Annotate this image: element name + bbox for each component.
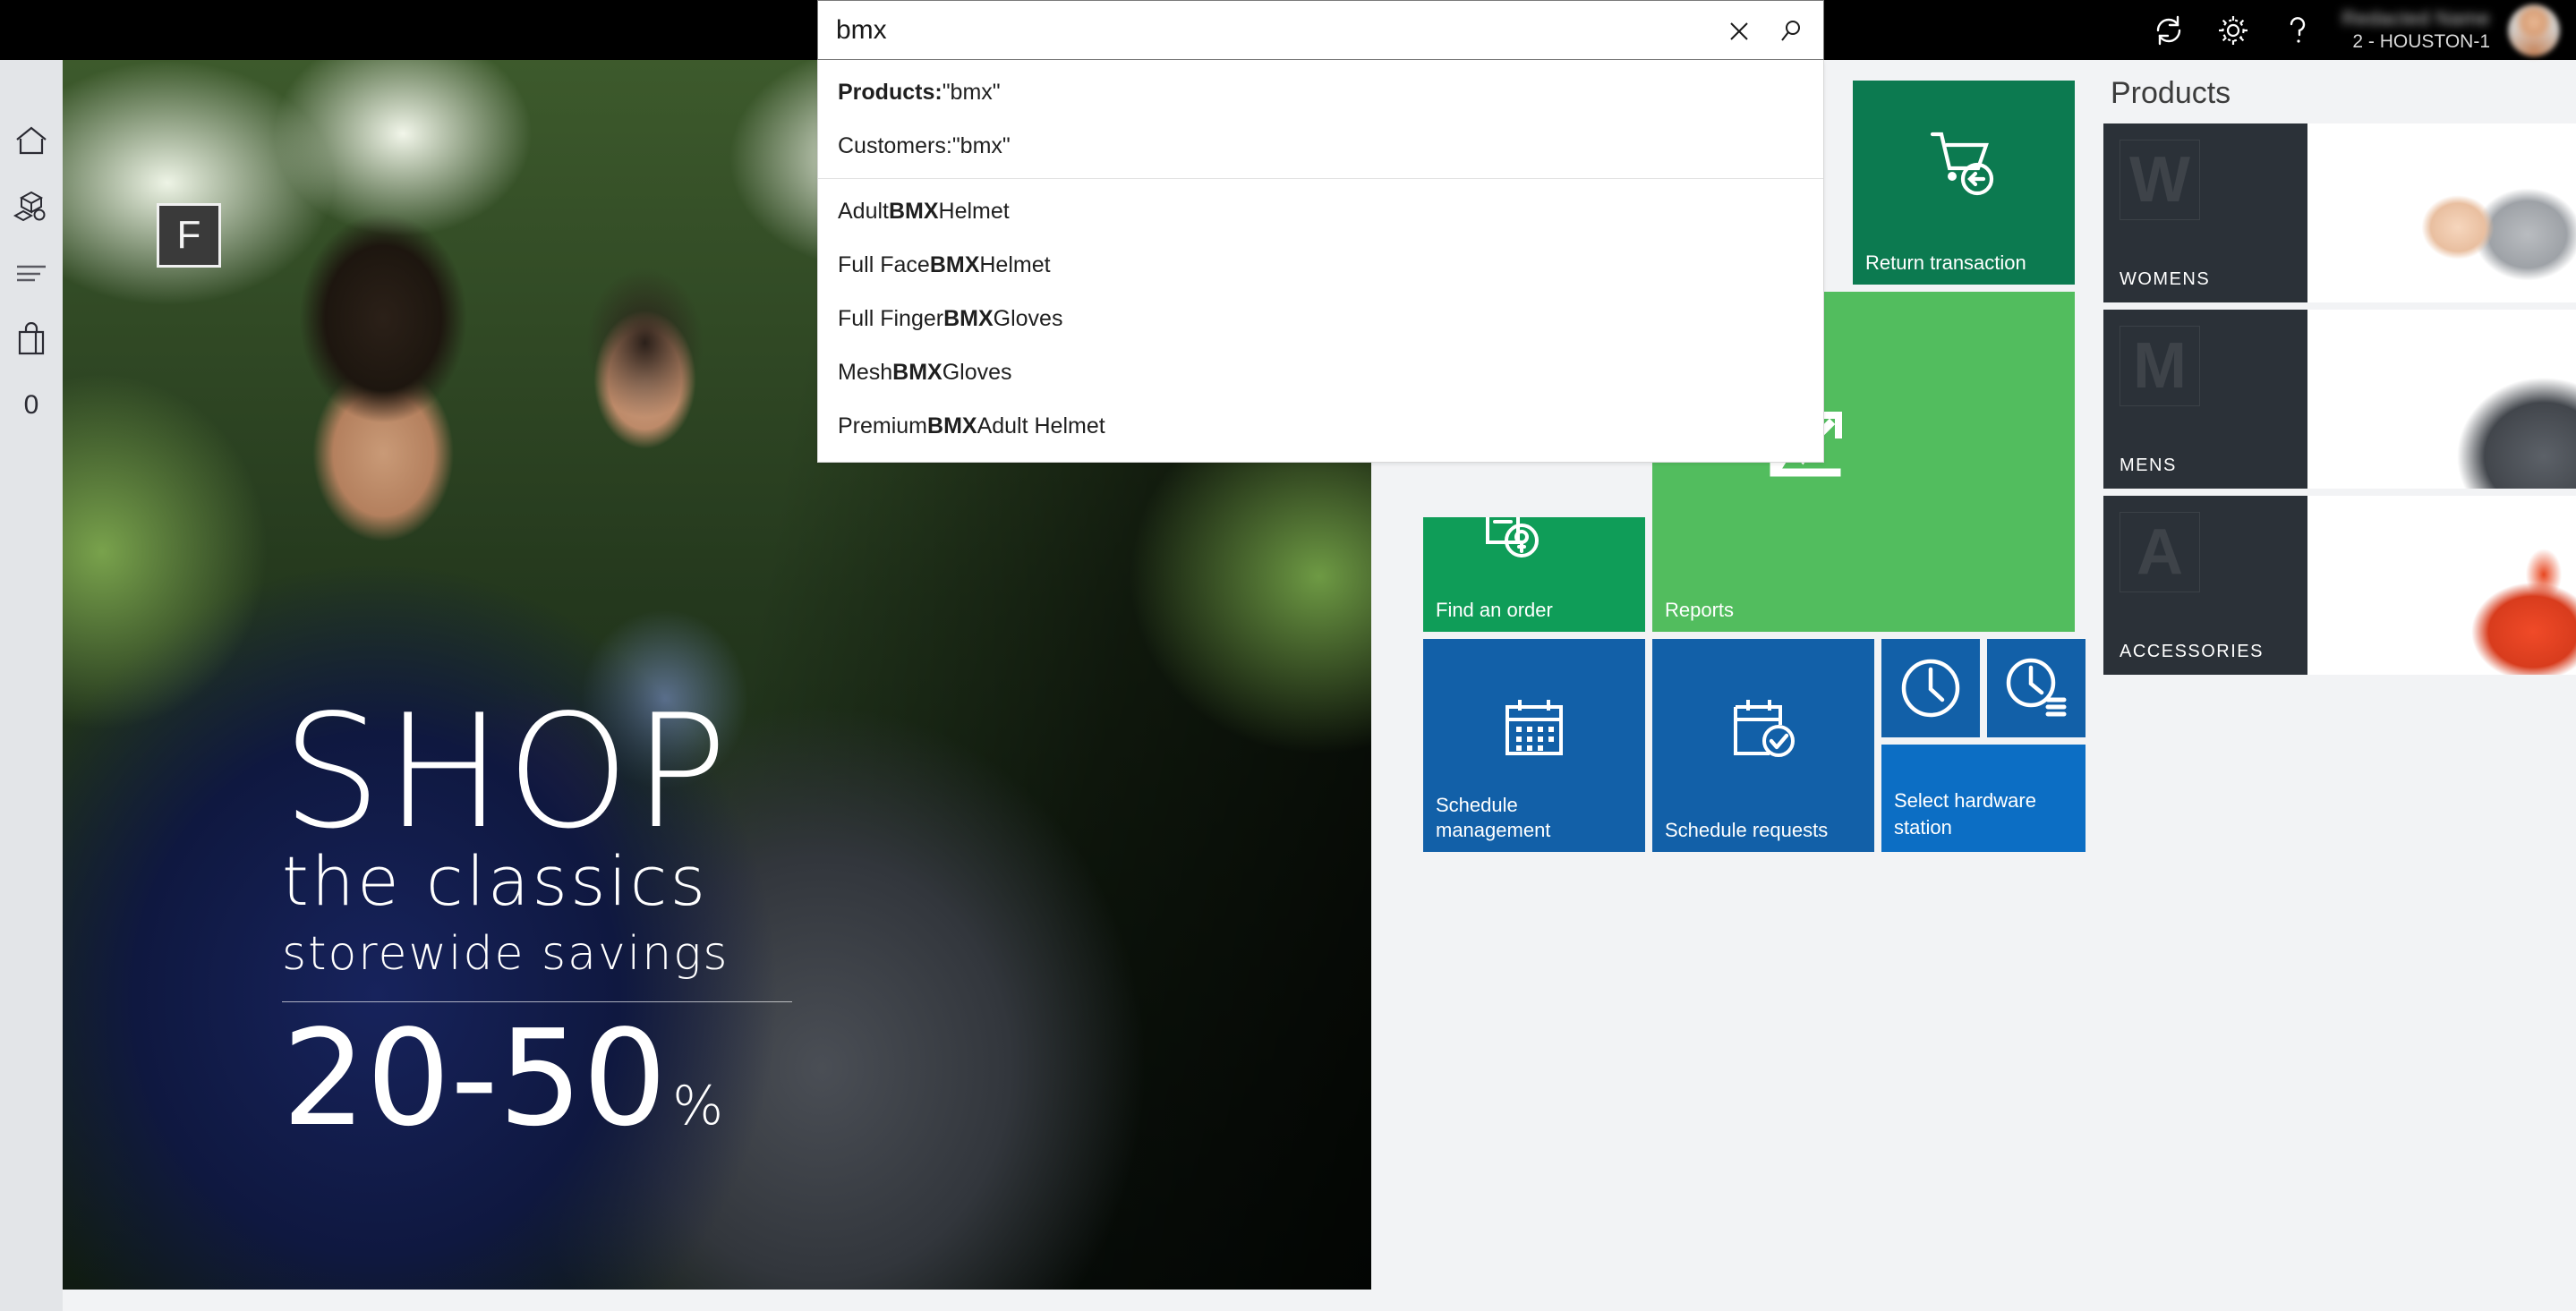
tile-time-clock[interactable] (1881, 639, 1980, 737)
product-category-card[interactable]: W WOMENS (2103, 123, 2576, 302)
suggestion-product[interactable]: Adult BMX Helmet (818, 184, 1823, 238)
refresh-icon[interactable] (2137, 0, 2201, 60)
products-panel-title: Products (2111, 76, 2231, 110)
clock-icon (1896, 653, 1966, 723)
category-tile: M MENS (2103, 310, 2307, 489)
avatar[interactable] (2508, 4, 2560, 56)
suggestion-product[interactable]: Premium BMX Adult Helmet (818, 399, 1823, 453)
top-bar-actions: Redacted Name 2 - HOUSTON-1 (2137, 0, 2576, 60)
products-panel: Products W WOMENS M MENS A ACCESSORIES (2103, 60, 2576, 1290)
suggestion-match: BMX (927, 413, 977, 438)
hero-headline: SHOP (282, 682, 731, 864)
left-navigation-rail: 0 (0, 0, 63, 1311)
category-initial: A (2120, 512, 2200, 592)
tile-label: Reports (1665, 599, 1735, 621)
calendar-check-icon (1728, 694, 1798, 762)
suggestion-post: Adult Helmet (977, 413, 1105, 438)
cart-bag-icon[interactable] (0, 306, 63, 372)
suggestion-product[interactable]: Full Face BMX Helmet (818, 238, 1823, 292)
category-photo (2307, 310, 2576, 489)
suggestion-pre: Full Face (838, 251, 930, 277)
product-category-card[interactable]: M MENS (2103, 310, 2576, 489)
suggestion-match: BMX (892, 359, 943, 385)
search-suggestions-list: Products: "bmx" Customers: "bmx" Adult B… (817, 60, 1824, 463)
category-initial: W (2120, 140, 2200, 220)
suggestion-post: Gloves (942, 359, 1012, 385)
close-icon[interactable] (1721, 13, 1757, 49)
suggestion-match: BMX (888, 198, 939, 224)
global-search: Products: "bmx" Customers: "bmx" Adult B… (817, 0, 1824, 463)
category-photo (2307, 123, 2576, 302)
pos-home-screen: 0 F SHOP the classics storewide savings … (0, 0, 2576, 1311)
return-cart-icon (1925, 127, 2002, 197)
suggestion-match: BMX (943, 305, 994, 331)
suggestion-scope-customers[interactable]: Customers: "bmx" (818, 119, 1823, 173)
suggestion-pre: Adult (838, 198, 889, 224)
suggestion-prefix: Products: (838, 79, 943, 105)
category-name: ACCESSORIES (2120, 642, 2264, 661)
search-icon[interactable] (1773, 13, 1809, 49)
suggestion-product[interactable]: Mesh BMX Gloves (818, 345, 1823, 399)
tile-schedule-management[interactable]: Schedule management (1423, 639, 1645, 852)
user-name: Redacted Name (2341, 6, 2490, 30)
tile-find-an-order[interactable]: Find an order (1423, 517, 1645, 632)
suggestion-pre: Full Finger (838, 305, 944, 331)
suggestion-scope-products[interactable]: Products: "bmx" (818, 65, 1823, 119)
suggestion-post: Helmet (938, 198, 1010, 224)
tile-select-hardware-station[interactable]: Select hardware station (1881, 745, 2086, 852)
suggestion-pre: Mesh (838, 359, 893, 385)
tile-label: Schedule management (1436, 794, 1551, 841)
search-field[interactable] (817, 0, 1824, 60)
products-icon[interactable] (0, 174, 63, 240)
cart-count: 0 (23, 390, 39, 420)
category-photo (2307, 496, 2576, 675)
tile-return-transaction[interactable]: Return transaction (1853, 81, 2075, 285)
calendar-icon (1500, 694, 1568, 762)
category-tile: A ACCESSORIES (2103, 496, 2307, 675)
suggestion-prefix: Customers: (838, 132, 952, 158)
home-icon[interactable] (0, 107, 63, 174)
suggestion-rest: "bmx" (951, 132, 1011, 158)
clock-list-icon (2001, 653, 2071, 723)
category-initial: M (2120, 326, 2200, 406)
user-identity[interactable]: Redacted Name 2 - HOUSTON-1 (2330, 0, 2508, 60)
suggestion-post: Gloves (993, 305, 1063, 331)
help-icon[interactable] (2265, 0, 2330, 60)
transactions-icon[interactable] (0, 240, 63, 306)
suggestion-post: Helmet (979, 251, 1051, 277)
suggestion-product[interactable]: Full Finger BMX Gloves (818, 292, 1823, 345)
category-name: MENS (2120, 455, 2177, 475)
search-actions (1721, 1, 1809, 61)
find-order-icon (1477, 517, 1547, 567)
hero-subline-2: storewide savings (282, 927, 729, 981)
user-store: 2 - HOUSTON-1 (2352, 30, 2490, 52)
hero-discount-symbol: % (672, 1075, 724, 1137)
category-name: WOMENS (2120, 269, 2211, 289)
category-tile: W WOMENS (2103, 123, 2307, 302)
suggestion-match: BMX (929, 251, 980, 277)
tile-schedule-requests[interactable]: Schedule requests (1652, 639, 1874, 852)
gear-icon[interactable] (2201, 0, 2265, 60)
tile-label: Return transaction (1865, 251, 2026, 274)
product-category-card[interactable]: A ACCESSORIES (2103, 496, 2576, 675)
suggestion-pre: Premium (838, 413, 928, 438)
suggestions-divider (818, 178, 1823, 179)
suggestion-rest: "bmx" (942, 79, 1001, 105)
tile-label: Select hardware station (1894, 789, 2036, 839)
store-logo-badge: F (157, 203, 221, 268)
search-input[interactable] (818, 2, 1677, 58)
tile-label: Find an order (1436, 599, 1553, 621)
hero-copy: SHOP the classics storewide savings 20-5… (282, 682, 792, 1173)
tile-label: Schedule requests (1665, 819, 1829, 841)
hero-discount-value: 20-50 (282, 1001, 668, 1155)
tile-time-clock-entries[interactable] (1987, 639, 2086, 737)
hero-discount: 20-50 % (282, 1011, 792, 1173)
